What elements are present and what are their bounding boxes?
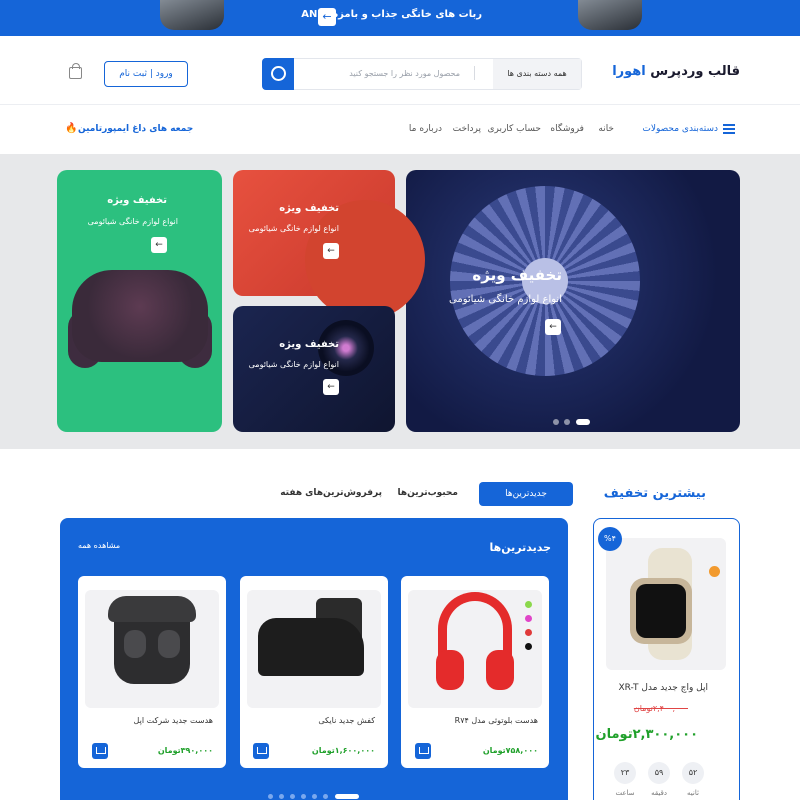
search-icon[interactable]	[262, 58, 294, 90]
slider-dot[interactable]	[564, 419, 570, 425]
nav-item-shop[interactable]: فروشگاه	[550, 124, 584, 134]
carousel-dot[interactable]	[290, 794, 295, 799]
countdown-hours: ۲۳	[614, 762, 636, 784]
search-divider	[474, 66, 475, 80]
tab-bestsellers[interactable]: پرفروش‌ترین‌های هفته	[280, 488, 382, 498]
category-select[interactable]: همه دسته بندی ها	[493, 59, 581, 89]
product-name[interactable]: هدست جدید شرکت اپل	[134, 716, 213, 725]
nav-item-checkout[interactable]: پرداخت	[453, 124, 481, 134]
countdown-seconds: ۵۲	[682, 762, 704, 784]
watch-image	[630, 578, 692, 644]
logo-brand: اهورا	[612, 64, 646, 79]
promo-dark-subtitle: انواع لوازم خانگی شیائومی	[248, 360, 339, 369]
color-swatch[interactable]	[525, 615, 532, 622]
hero-main-title: تخفیف ویژه	[472, 266, 562, 284]
earbuds-case-lid	[108, 596, 196, 622]
product-price: ۳۹۰,۰۰۰تومان	[157, 746, 213, 755]
view-all-link[interactable]: مشاهده همه	[78, 541, 120, 550]
countdown-label: ساعت	[615, 789, 635, 797]
color-swatch[interactable]	[525, 601, 532, 608]
search-input[interactable]: محصول مورد نظر را جستجو کنید	[300, 69, 460, 78]
discount-badge: %۴	[598, 527, 622, 551]
nav-categories[interactable]: دسته‌بندی محصولات	[642, 124, 718, 134]
arrow-left-icon[interactable]: ←	[318, 8, 336, 26]
nav-item-about[interactable]: درباره ما	[409, 124, 442, 134]
promo-red-subtitle: انواع لوازم خانگی شیائومی	[248, 224, 339, 233]
robot-gadget-image	[160, 0, 224, 30]
earbud-image	[158, 630, 180, 658]
earbud-image	[124, 630, 146, 658]
nav-item-home[interactable]: خانه	[598, 124, 614, 134]
promo-card-dark[interactable]	[233, 306, 395, 432]
nav-promo-link[interactable]: جمعه های داغ ایمپورتامین	[78, 124, 193, 134]
fire-icon: 🔥	[65, 123, 78, 134]
color-swatch[interactable]	[525, 643, 532, 650]
add-to-cart-icon[interactable]	[415, 743, 431, 759]
logo-prefix: قالب وردپرس	[650, 64, 740, 79]
carousel-dot[interactable]	[279, 794, 284, 799]
promo-red-title: تخفیف ویژه	[279, 203, 339, 214]
add-to-cart-icon[interactable]	[92, 743, 108, 759]
watch-crown	[709, 566, 720, 577]
menu-icon	[723, 124, 735, 134]
tab-newest[interactable]: جدیدترین‌ها	[479, 482, 573, 506]
carousel-dot-active[interactable]	[335, 794, 359, 799]
countdown-label: ثانیه	[687, 789, 699, 797]
section-title: بیشترین تخفیف	[603, 486, 706, 501]
carousel-dot[interactable]	[301, 794, 306, 799]
arrow-left-icon[interactable]: ←	[545, 319, 561, 335]
promo-dark-title: تخفیف ویژه	[279, 339, 339, 350]
headphone-earcup	[436, 650, 464, 690]
product-price: ۷۵۸,۰۰۰تومان	[482, 746, 538, 755]
cart-bag-icon[interactable]	[69, 63, 82, 79]
product-price: ۱,۶۰۰,۰۰۰تومان	[311, 746, 375, 755]
product-name[interactable]: کفش جدید نایکی	[318, 716, 375, 725]
speaker-image	[305, 200, 425, 320]
boot-image	[258, 618, 364, 676]
panel-title: جدیدترین‌ها	[489, 541, 551, 554]
robot-gadget-image	[578, 0, 642, 30]
login-button[interactable]: ورود | ثبت نام	[104, 61, 188, 87]
color-swatch[interactable]	[525, 629, 532, 636]
product-name[interactable]: هدست بلوتوثی مدل R۷۴	[455, 716, 538, 725]
deal-old-price: ۲,۴۰۰,۰۰۰تومان	[633, 704, 688, 713]
tab-popular[interactable]: محبوب‌ترین‌ها	[398, 488, 459, 498]
arrow-left-icon[interactable]: ←	[323, 379, 339, 395]
carousel-dot[interactable]	[312, 794, 317, 799]
slider-dot[interactable]	[553, 419, 559, 425]
carousel-dot[interactable]	[268, 794, 273, 799]
header-divider	[0, 104, 800, 105]
arrow-left-icon[interactable]: ←	[323, 243, 339, 259]
promo-green-title: تخفیف ویژه	[107, 195, 167, 206]
arrow-left-icon[interactable]: ←	[151, 237, 167, 253]
add-to-cart-icon[interactable]	[253, 743, 269, 759]
site-logo[interactable]: قالب وردپرس اهورا	[612, 64, 740, 79]
carousel-dot[interactable]	[323, 794, 328, 799]
slider-dot-active[interactable]	[576, 419, 590, 425]
promo-green-subtitle: انواع لوازم خانگی شیائومی	[87, 217, 178, 226]
gamepad-image	[72, 270, 208, 362]
headphone-earcup	[486, 650, 514, 690]
deal-new-price: ۲,۳۰۰,۰۰۰تومان	[595, 727, 698, 742]
countdown-label: دقیقه	[651, 789, 667, 797]
nav-item-account[interactable]: حساب کاربری	[487, 124, 541, 134]
deal-product-name[interactable]: اپل واچ جدید مدل XR-T	[618, 683, 708, 693]
hero-main-subtitle: انواع لوازم خانگی شیائومی	[449, 294, 562, 305]
countdown-minutes: ۵۹	[648, 762, 670, 784]
